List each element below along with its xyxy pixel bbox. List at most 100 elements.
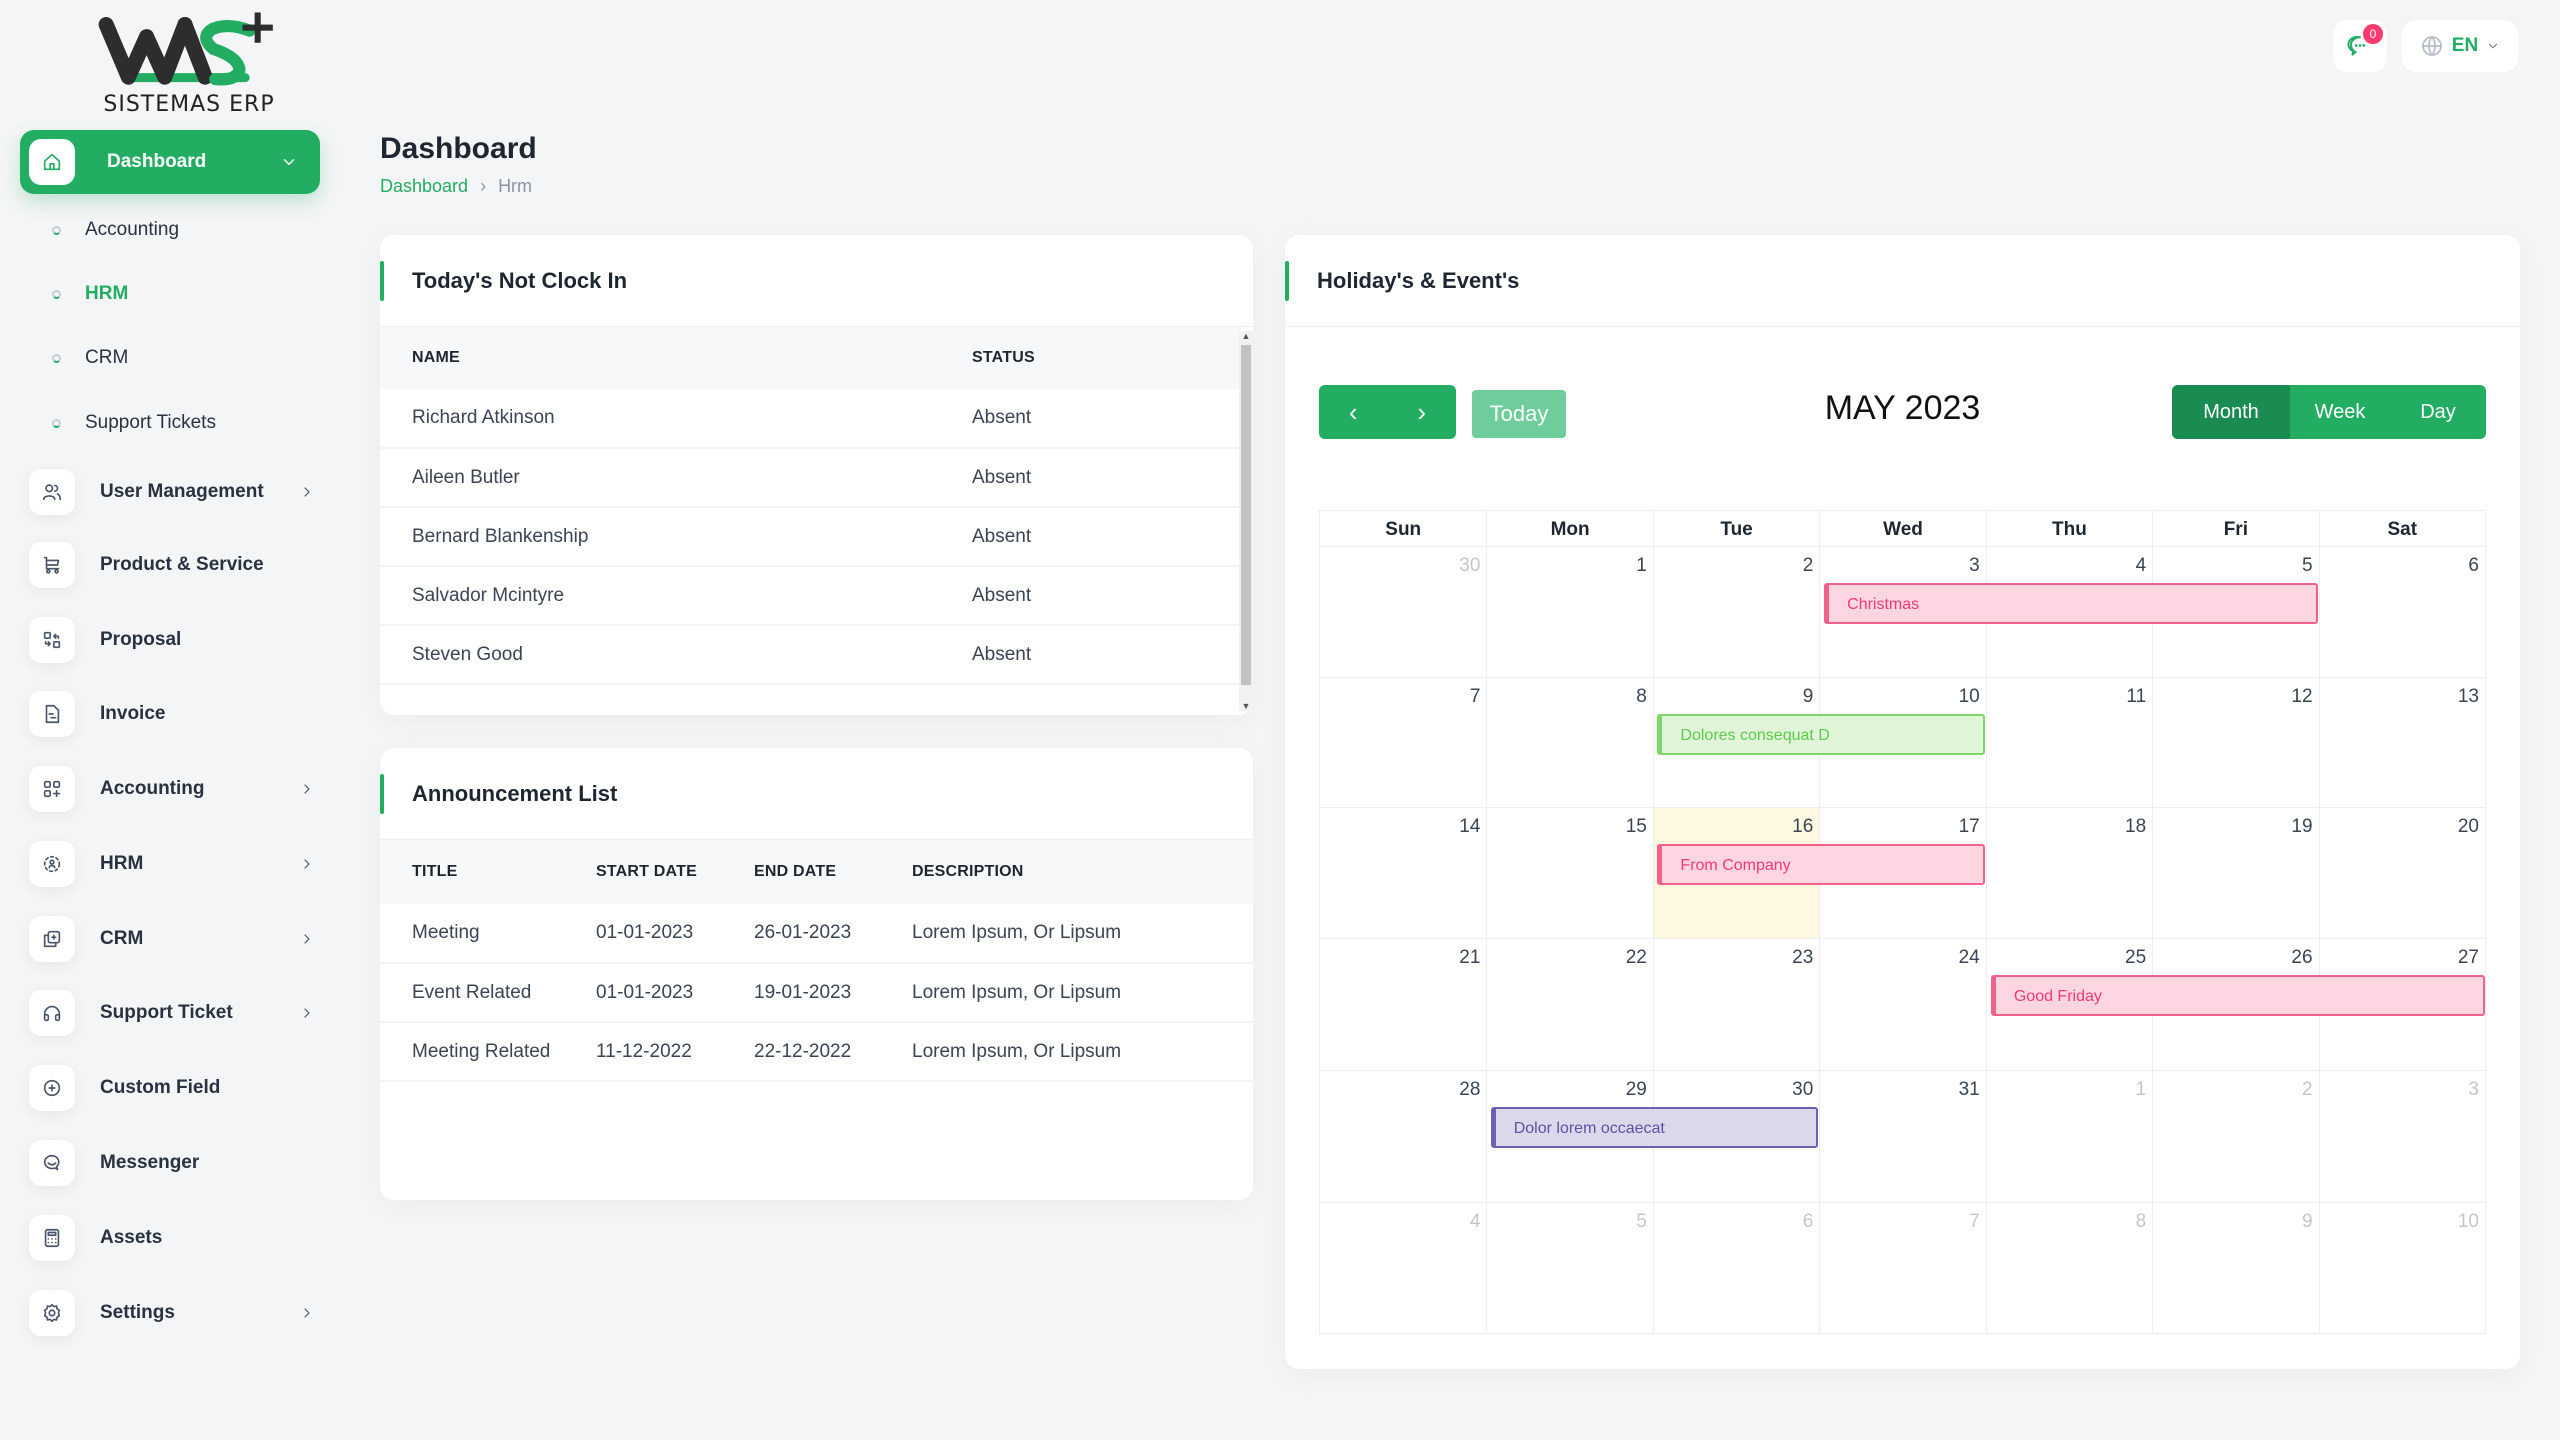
sidebar-item-hrm[interactable]: HRM [29, 840, 319, 888]
calendar-day[interactable]: 10 [2318, 1203, 2485, 1333]
breadcrumb-separator-icon: › [480, 176, 487, 196]
bullet-icon [52, 418, 61, 428]
calendar-day[interactable]: 22 [1486, 939, 1652, 1070]
sidebar-item-label: Invoice [100, 703, 166, 724]
calendar-day[interactable]: 3 [2318, 1071, 2485, 1202]
prev-month-button[interactable]: ‹ [1319, 385, 1388, 439]
calendar-day[interactable]: 30 [1320, 547, 1486, 677]
calendar-toolbar: ‹ › Today MAY 2023 Month Week Day [1319, 385, 2486, 441]
calendar-day[interactable]: 7 [1320, 678, 1486, 807]
calendar-day[interactable]: 8 [1985, 1203, 2152, 1333]
bullet-icon [52, 353, 61, 363]
icon-box [29, 691, 75, 737]
bullet-icon [52, 225, 61, 235]
calendar-day[interactable]: 31 [1819, 1071, 1985, 1202]
sidebar-item-proposal[interactable]: Proposal [29, 616, 319, 664]
sidebar-item-accounting[interactable]: Accounting [29, 765, 319, 813]
sidebar-item-custom-field[interactable]: Custom Field [29, 1064, 319, 1112]
crm-layers-icon [43, 930, 61, 948]
sidebar-item-user-management[interactable]: User Management [29, 468, 319, 516]
brand-logo[interactable]: SISTEMAS ERP [88, 10, 290, 122]
sidebar-item-dashboard[interactable]: Dashboard [20, 130, 320, 194]
sidebar-item-support-ticket[interactable]: Support Ticket [29, 989, 319, 1037]
holidays-events-card: Holiday's & Event's ‹ › Today MAY 2023 M… [1285, 235, 2520, 1369]
card-title: Announcement List [380, 748, 1253, 840]
sidebar-item-settings[interactable]: Settings [29, 1289, 319, 1337]
breadcrumb-dashboard[interactable]: Dashboard [380, 176, 468, 197]
table-scrollbar[interactable]: ▲ ▼ [1239, 331, 1253, 711]
chevron-right-icon [295, 931, 319, 947]
announcement-title: Meeting Related [380, 1022, 596, 1082]
view-week-button[interactable]: Week [2290, 385, 2390, 439]
calendar-day[interactable]: 15 [1486, 808, 1652, 938]
calendar-day[interactable]: 20 [2318, 808, 2485, 938]
calendar-event[interactable]: Good Friday [1990, 975, 2485, 1016]
calendar-day[interactable]: 8 [1486, 678, 1652, 807]
calendar-week-row: 7 8 9 10 11 12 13 Dolores consequat D [1319, 678, 2486, 808]
calendar-day[interactable]: 14 [1320, 808, 1486, 938]
calendar-day[interactable]: 7 [1819, 1203, 1985, 1333]
scroll-up-arrow-icon[interactable]: ▲ [1241, 331, 1251, 341]
breadcrumb: Dashboard › Hrm [380, 176, 532, 197]
not-clock-in-table-scroll: NAME STATUS Richard Atkinson Absent Ailee… [380, 327, 1240, 715]
sidebar-item-product-service[interactable]: Product & Service [29, 541, 319, 589]
weekday-label: Sun [1385, 519, 1422, 540]
calendar-event[interactable]: From Company [1657, 844, 1985, 885]
calendar-day[interactable]: 12 [2152, 678, 2318, 807]
announcement-start-date: 11-12-2022 [596, 1022, 754, 1082]
submenu-item-crm[interactable]: CRM [52, 340, 128, 376]
calendar-day[interactable]: 19 [2152, 808, 2318, 938]
calendar-day[interactable]: 6 [2318, 547, 2485, 677]
view-month-button[interactable]: Month [2172, 385, 2290, 439]
card-title: Today's Not Clock In [380, 235, 1253, 327]
calendar-day[interactable]: 24 [1819, 939, 1985, 1070]
calendar-day[interactable]: 6 [1652, 1203, 1819, 1333]
calendar-event[interactable]: Dolores consequat D [1657, 714, 1985, 755]
view-day-button[interactable]: Day [2390, 385, 2486, 439]
attendance-status: Absent [940, 507, 1240, 567]
icon-box [29, 841, 75, 887]
scroll-down-arrow-icon[interactable]: ▼ [1241, 701, 1251, 711]
submenu-item-hrm[interactable]: HRM [52, 276, 128, 312]
calendar-day[interactable]: 1 [1985, 1071, 2152, 1202]
sidebar-item-messenger[interactable]: Messenger [29, 1139, 319, 1187]
sidebar-item-assets[interactable]: Assets [29, 1214, 319, 1262]
messages-button[interactable]: 0 [2333, 20, 2387, 72]
language-selector[interactable]: EN [2402, 20, 2518, 72]
calendar-day[interactable]: 2 [1652, 547, 1819, 677]
sidebar-item-label: Messenger [100, 1152, 200, 1173]
sidebar-item-crm[interactable]: CRM [29, 915, 319, 963]
icon-box [29, 916, 75, 962]
calendar-day[interactable]: 4 [1320, 1203, 1486, 1333]
bullet-icon [52, 289, 61, 299]
calendar-day[interactable]: 2 [2152, 1071, 2318, 1202]
calendar-day[interactable]: 18 [1985, 808, 2152, 938]
sidebar-item-invoice[interactable]: Invoice [29, 690, 319, 738]
calendar-day[interactable]: 23 [1652, 939, 1819, 1070]
announcement-list-card: Announcement List TITLE START DATE END D… [380, 748, 1253, 1200]
calendar-day[interactable]: 13 [2318, 678, 2485, 807]
calendar-day[interactable]: 28 [1320, 1071, 1486, 1202]
scrollbar-thumb[interactable] [1241, 345, 1251, 685]
calendar-event[interactable]: Dolor lorem occaecat [1490, 1107, 1819, 1148]
calendar-day[interactable]: 1 [1486, 547, 1652, 677]
icon-box [29, 617, 75, 663]
calendar-day[interactable]: 5 [1486, 1203, 1652, 1333]
employee-name: Salvador Mcintyre [380, 566, 940, 626]
submenu-item-support-tickets[interactable]: Support Tickets [52, 405, 216, 441]
apps-plus-icon [43, 780, 61, 798]
weekday-label: Mon [1486, 511, 1652, 548]
employee-name: Aileen Butler [380, 448, 940, 508]
sidebar-item-label: Product & Service [100, 554, 264, 575]
employee-name: Richard Atkinson [380, 389, 940, 449]
calendar-event[interactable]: Christmas [1824, 583, 2319, 624]
column-header-name: NAME [380, 327, 940, 389]
next-month-button[interactable]: › [1388, 385, 1457, 439]
today-button[interactable]: Today [1472, 390, 1566, 438]
calendar-week-row: 28 29 30 31 1 2 3 Dolor lorem occaecat [1319, 1071, 2486, 1203]
announcement-title: Meeting [380, 904, 596, 964]
calendar-day[interactable]: 21 [1320, 939, 1486, 1070]
calendar-day[interactable]: 11 [1985, 678, 2152, 807]
submenu-item-accounting[interactable]: Accounting [52, 212, 179, 248]
calendar-day[interactable]: 9 [2152, 1203, 2318, 1333]
